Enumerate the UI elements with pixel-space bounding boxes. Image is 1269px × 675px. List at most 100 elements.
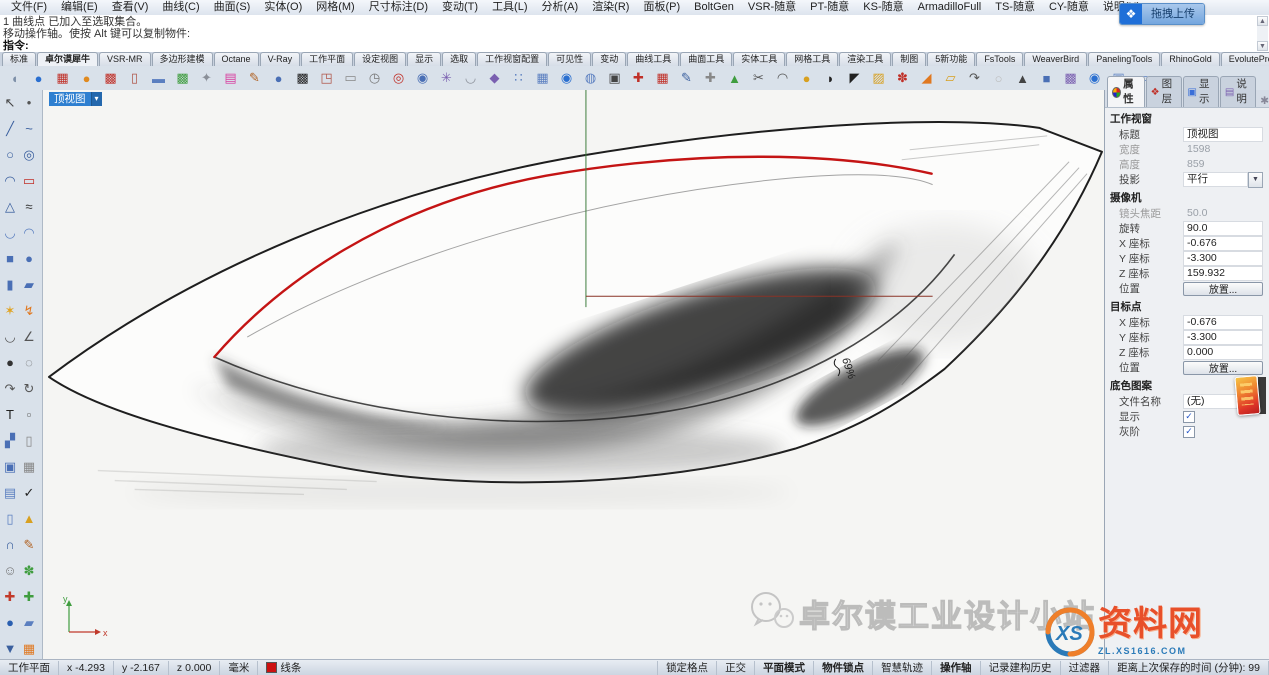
toolbar-tab[interactable]: FsTools	[976, 52, 1023, 66]
menu-item[interactable]: 网格(M)	[309, 0, 362, 15]
menu-item[interactable]: KS-随意	[856, 0, 910, 15]
sketch-pen-icon[interactable]: ✎	[243, 67, 266, 90]
toolbar-tab[interactable]: 显示	[407, 52, 441, 66]
offset-icon[interactable]: ◌	[20, 354, 38, 371]
property-value[interactable]: -0.676	[1183, 315, 1263, 330]
blend-icon[interactable]: ●	[1, 354, 19, 371]
toolbar-tab[interactable]: PanelingTools	[1088, 52, 1160, 66]
arc-icon[interactable]: ◠	[1, 172, 19, 189]
menu-item[interactable]: 工具(L)	[485, 0, 534, 15]
toolbar-tab[interactable]: RhinoGold	[1161, 52, 1220, 66]
blue-pen-icon[interactable]: ✎	[675, 67, 698, 90]
toolbar-tab[interactable]: 工作视窗配置	[477, 52, 547, 66]
property-value[interactable]: 0.000	[1183, 345, 1263, 360]
place-button[interactable]: 放置...	[1183, 361, 1263, 375]
toolbar-tab[interactable]: 多边形建模	[152, 52, 213, 66]
purple-grid-icon[interactable]: ▩	[1059, 67, 1082, 90]
toolbar-tab[interactable]: 曲面工具	[680, 52, 732, 66]
sphere-icon[interactable]: ●	[20, 250, 38, 267]
status-cell[interactable]: 锁定格点	[658, 661, 717, 675]
floating-widget-sticker[interactable]	[1234, 375, 1260, 416]
loft-surface-icon[interactable]: ◠	[20, 224, 38, 241]
panel-tab-显示[interactable]: ▣显示	[1183, 76, 1219, 107]
dark-peak-icon[interactable]: ▲	[1011, 67, 1034, 90]
pattern-icon[interactable]: ▦	[20, 640, 38, 657]
viewport-title[interactable]: 顶视图 ▾	[49, 92, 102, 106]
toolbar-tab[interactable]: WeaverBird	[1024, 52, 1087, 66]
menu-item[interactable]: 实体(O)	[257, 0, 309, 15]
shaded-sphere-icon[interactable]: ◍	[579, 67, 602, 90]
menu-item[interactable]: VSR-随意	[741, 0, 803, 15]
menu-item[interactable]: PT-随意	[803, 0, 856, 15]
viewport-top-view[interactable]: 顶视图 ▾	[43, 90, 1104, 660]
environment-icon[interactable]: ▩	[171, 67, 194, 90]
property-value[interactable]: 平行	[1183, 172, 1248, 187]
red-cross-icon[interactable]: ✚	[627, 67, 650, 90]
status-layer-cell[interactable]: 线条	[258, 661, 658, 675]
control-curve-icon[interactable]: ~	[20, 120, 38, 137]
turntable-icon[interactable]: ▯	[123, 67, 146, 90]
toolbar-tab[interactable]: VSR-MR	[99, 52, 151, 66]
menu-item[interactable]: 曲面(S)	[207, 0, 258, 15]
frame-icon[interactable]: ▭	[339, 67, 362, 90]
checker-icon[interactable]: ▩	[99, 67, 122, 90]
layers-stack-icon[interactable]: ▤	[1, 484, 19, 501]
shield-icon[interactable]: ▼	[1, 640, 19, 657]
property-value[interactable]: 顶视图	[1183, 127, 1263, 142]
ground-plane-icon[interactable]: ▬	[147, 67, 170, 90]
checkbox[interactable]: ✓	[1183, 411, 1195, 423]
property-value[interactable]: 90.0	[1183, 221, 1263, 236]
lightning-icon[interactable]: ↯	[20, 302, 38, 319]
flower-icon[interactable]: ✽	[891, 67, 914, 90]
toolbar-tab[interactable]: 标准	[2, 52, 36, 66]
gear-icon[interactable]: ✱	[1260, 95, 1269, 107]
menu-item[interactable]: 面板(P)	[636, 0, 687, 15]
gem-icon[interactable]: ◆	[483, 67, 506, 90]
viewport-title-label[interactable]: 顶视图	[49, 92, 91, 106]
symmetry-red-icon[interactable]: ✚	[1, 588, 19, 605]
solid-tools-icon[interactable]: ▣	[1, 458, 19, 475]
circle-light-icon[interactable]: ○	[987, 67, 1010, 90]
status-cell[interactable]: 操作轴	[932, 661, 981, 675]
rotate-icon[interactable]: ↷	[1, 380, 19, 397]
select-arrow-icon[interactable]: ↖	[1, 94, 19, 111]
rectangle-icon[interactable]: ▭	[20, 172, 38, 189]
parallelogram-icon[interactable]: ▱	[939, 67, 962, 90]
green-flag-icon[interactable]: ▲	[723, 67, 746, 90]
lens-icon[interactable]: ◉	[411, 67, 434, 90]
menu-item[interactable]: 变动(T)	[435, 0, 485, 15]
polyline-icon[interactable]: ╱	[1, 120, 19, 137]
menu-item[interactable]: 曲线(C)	[155, 0, 206, 15]
panel-tab-图层[interactable]: ❖图层	[1146, 76, 1182, 107]
rainbow-layers-icon[interactable]: ▤	[219, 67, 242, 90]
status-cell[interactable]: 物件锁点	[814, 661, 873, 675]
menu-item[interactable]: BoltGen	[687, 0, 741, 15]
menu-item[interactable]: ArmadilloFull	[911, 0, 989, 15]
property-value[interactable]: 159.932	[1183, 266, 1263, 281]
rebuild-icon[interactable]: ↻	[20, 380, 38, 397]
mesh-grid-icon[interactable]: ▦	[531, 67, 554, 90]
target-icon[interactable]: ◎	[387, 67, 410, 90]
command-area[interactable]: 1 曲线点 已加入至选取集合。 移动操作轴。使按 Alt 键可以复制物件: 指令…	[0, 15, 1269, 54]
magnet-icon[interactable]: ∩	[1, 536, 19, 553]
status-cell[interactable]: 毫米	[220, 661, 258, 675]
blue-ring-icon[interactable]: ◉	[1083, 67, 1106, 90]
pinwheel-icon[interactable]: ✳	[435, 67, 458, 90]
corner-icon[interactable]: ◤	[843, 67, 866, 90]
polygon-icon[interactable]: △	[1, 198, 19, 215]
toolbar-tab[interactable]: 工作平面	[301, 52, 353, 66]
ellipse-icon[interactable]: ◎	[20, 146, 38, 163]
property-value[interactable]: (无)	[1183, 394, 1239, 409]
texture-grid-icon[interactable]: ▩	[291, 67, 314, 90]
boxed-view-icon[interactable]: ▣	[603, 67, 626, 90]
toolbar-tab[interactable]: 可见性	[548, 52, 591, 66]
panel-tab-说明[interactable]: ▤说明	[1220, 76, 1256, 107]
point-edit-icon[interactable]: ▫	[20, 406, 38, 423]
toolbar-tab[interactable]: 曲线工具	[627, 52, 679, 66]
material-ball-icon[interactable]: ●	[75, 67, 98, 90]
group-icon[interactable]: ▞	[1, 432, 19, 449]
chamfer-icon[interactable]: ∠	[20, 328, 38, 345]
display-mode-icon[interactable]: ◖	[3, 67, 26, 90]
toolbar-tab[interactable]: 卓尔谟犀牛	[37, 52, 98, 66]
panel-tab-属性[interactable]: 属性	[1107, 76, 1145, 107]
